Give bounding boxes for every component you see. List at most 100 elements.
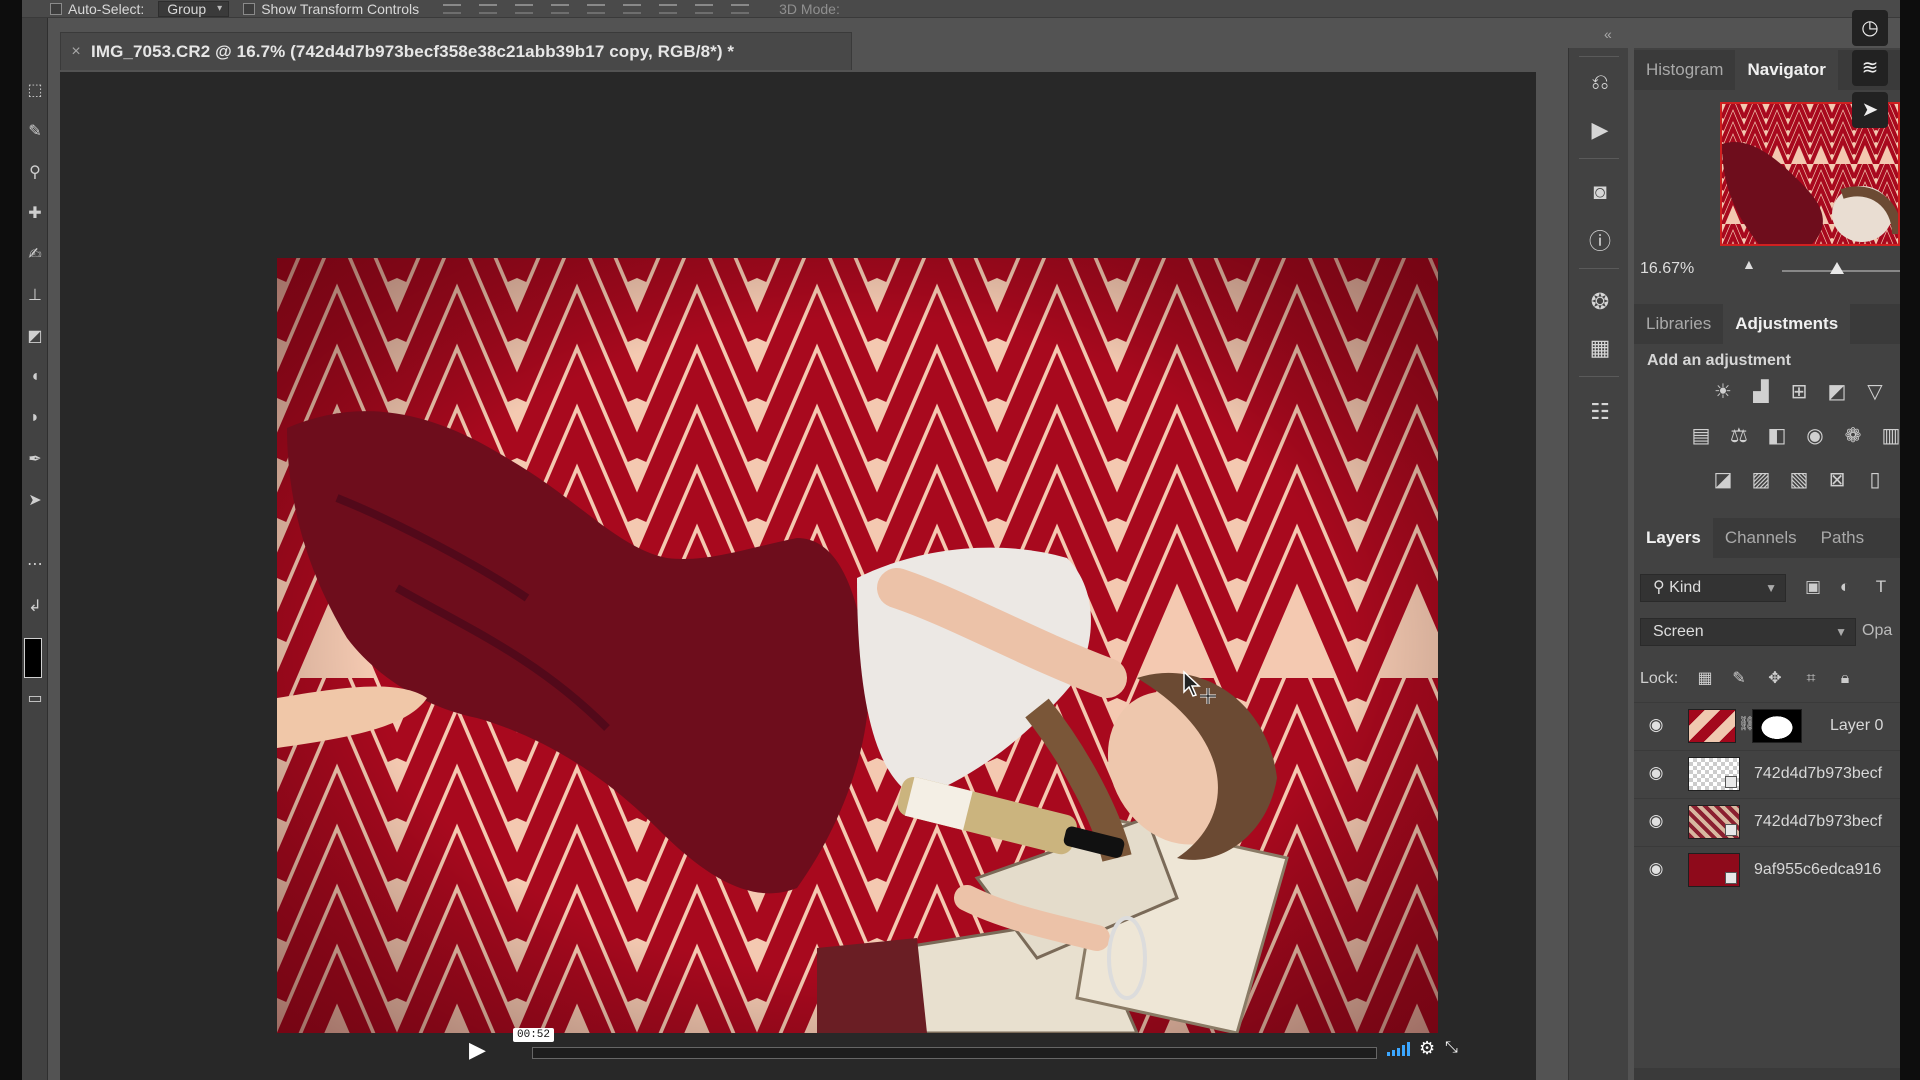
collapse-panels-icon[interactable]: « xyxy=(1604,26,1612,42)
transform-controls-option[interactable]: Show Transform Controls xyxy=(243,1,419,17)
play-icon[interactable]: ▶ xyxy=(469,1038,493,1062)
settings-gear-icon[interactable]: ⚙ xyxy=(1419,1038,1435,1059)
history-panel-icon[interactable]: ⎌ xyxy=(1586,68,1614,96)
pen-tool-icon[interactable]: ✒ xyxy=(25,449,45,469)
color-lookup-icon[interactable]: ▥ xyxy=(1878,424,1900,448)
align-vertical-centers-icon[interactable] xyxy=(479,3,498,14)
posterize-icon[interactable]: ▨ xyxy=(1748,468,1774,492)
hue-saturation-icon[interactable]: ▤ xyxy=(1688,424,1714,448)
tab-adjustments[interactable]: Adjustments xyxy=(1723,304,1851,344)
clock-icon[interactable]: ◷ xyxy=(1852,10,1888,46)
canvas-area[interactable] xyxy=(60,72,1536,1080)
visibility-eye-icon[interactable]: ◉ xyxy=(1644,715,1668,735)
brush-tool-icon[interactable]: ✍ xyxy=(25,244,45,264)
align-right-edges-icon[interactable] xyxy=(623,3,642,14)
color-wheel-icon[interactable]: ❂ xyxy=(1586,288,1614,316)
video-timeline[interactable] xyxy=(532,1047,1377,1059)
layer-filter-kind-dropdown[interactable]: ⚲ Kind ▼ xyxy=(1640,574,1786,602)
align-bottom-edges-icon[interactable] xyxy=(515,3,534,14)
marquee-tool-icon[interactable]: ⬚ xyxy=(25,80,45,100)
more-tools-icon[interactable]: ⋯ xyxy=(25,554,45,574)
visibility-eye-icon[interactable]: ◉ xyxy=(1644,763,1668,783)
actions-play-icon[interactable]: ▶ xyxy=(1586,116,1614,144)
eyedropper-tool-icon[interactable]: ⚲ xyxy=(25,162,45,182)
auto-select-checkbox[interactable] xyxy=(50,2,62,15)
vibrance-icon[interactable]: ▽ xyxy=(1862,380,1888,404)
quick-selection-tool-icon[interactable]: ✎ xyxy=(25,121,45,141)
blend-mode-value: Screen xyxy=(1653,623,1704,640)
pixel-layer-filter-icon[interactable]: ▣ xyxy=(1802,576,1824,598)
zoom-percentage[interactable]: 16.67% xyxy=(1640,260,1694,278)
default-colors-icon[interactable]: ↲ xyxy=(25,596,45,616)
send-icon[interactable]: ➤ xyxy=(1852,92,1888,128)
right-panels: Histogram Navigator 16.67% ▲ Libraries A… xyxy=(1634,48,1900,1080)
layer-row[interactable]: ◉ 9af955c6edca916 xyxy=(1634,846,1900,892)
gradient-map-icon[interactable]: ▯ xyxy=(1862,468,1888,492)
document-image[interactable] xyxy=(277,258,1438,1033)
path-selection-tool-icon[interactable]: ➤ xyxy=(25,490,45,510)
color-balance-icon[interactable]: ⚖ xyxy=(1726,424,1752,448)
properties-icon[interactable]: ☷ xyxy=(1586,398,1614,426)
info-icon[interactable]: ⓘ xyxy=(1586,226,1614,254)
type-layer-filter-icon[interactable]: T xyxy=(1870,576,1892,598)
layer-row[interactable]: ◉ 742d4d7b973becf xyxy=(1634,798,1900,844)
lock-position-icon[interactable]: ✥ xyxy=(1764,668,1786,690)
blur-tool-icon[interactable]: ◖ xyxy=(25,367,45,387)
selective-color-icon[interactable]: ⊠ xyxy=(1824,468,1850,492)
adjustments-row-2: ▤ ⚖ ◧ ◉ ❁ ▥ xyxy=(1634,424,1900,452)
exposure-icon[interactable]: ◩ xyxy=(1824,380,1850,404)
brightness-contrast-icon[interactable]: ☀ xyxy=(1710,380,1736,404)
auto-select-dropdown[interactable]: Group xyxy=(158,0,230,17)
invert-icon[interactable]: ◪ xyxy=(1710,468,1736,492)
transform-controls-checkbox[interactable] xyxy=(243,2,256,15)
channel-mixer-icon[interactable]: ❁ xyxy=(1840,424,1866,448)
dodge-tool-icon[interactable]: ◗ xyxy=(25,408,45,428)
zoom-slider-thumb[interactable] xyxy=(1830,262,1844,274)
threshold-icon[interactable]: ▧ xyxy=(1786,468,1812,492)
blend-mode-dropdown[interactable]: Screen ▼ xyxy=(1640,618,1856,646)
tab-navigator[interactable]: Navigator xyxy=(1735,50,1838,90)
search-icon: ⚲ xyxy=(1653,579,1670,596)
healing-brush-tool-icon[interactable]: ✚ xyxy=(25,203,45,223)
eraser-tool-icon[interactable]: ◩ xyxy=(25,326,45,346)
auto-select-option[interactable]: Auto-Select: xyxy=(50,1,144,17)
layer-row[interactable]: ◉ 742d4d7b973becf xyxy=(1634,750,1900,796)
clone-stamp-tool-icon[interactable]: ⊥ xyxy=(25,285,45,305)
foreground-color-swatch[interactable] xyxy=(24,638,42,678)
swatches-grid-icon[interactable]: ▦ xyxy=(1586,334,1614,362)
visibility-eye-icon[interactable]: ◉ xyxy=(1644,859,1668,879)
lock-image-pixels-icon[interactable]: ✎ xyxy=(1728,668,1750,690)
visibility-eye-icon[interactable]: ◉ xyxy=(1644,811,1668,831)
screen-mode-icon[interactable]: ▭ xyxy=(25,688,45,708)
tab-layers[interactable]: Layers xyxy=(1634,518,1713,558)
zoom-out-icon[interactable]: ▲ xyxy=(1742,256,1756,272)
layer-row[interactable]: ◉ ⛓ Layer 0 xyxy=(1634,702,1900,748)
lock-all-icon[interactable]: 🔒︎ xyxy=(1834,668,1856,690)
tab-histogram[interactable]: Histogram xyxy=(1634,50,1735,90)
distribute-center-icon[interactable] xyxy=(695,3,714,14)
photo-filter-icon[interactable]: ◉ xyxy=(1802,424,1828,448)
layer-thumbnail xyxy=(1688,757,1740,791)
layer-mask-thumbnail[interactable] xyxy=(1752,709,1802,743)
tab-channels[interactable]: Channels xyxy=(1713,518,1809,558)
tab-libraries[interactable]: Libraries xyxy=(1634,304,1723,344)
levels-icon[interactable]: ▟ xyxy=(1748,380,1774,404)
volume-icon[interactable] xyxy=(1387,1042,1410,1056)
document-tab[interactable]: × IMG_7053.CR2 @ 16.7% (742d4d7b973becf3… xyxy=(60,32,852,70)
close-tab-icon[interactable]: × xyxy=(61,43,91,61)
align-left-edges-icon[interactable] xyxy=(551,3,570,14)
curves-icon[interactable]: ⊞ xyxy=(1786,380,1812,404)
tab-paths[interactable]: Paths xyxy=(1809,518,1876,558)
dock-separator xyxy=(1579,268,1619,269)
align-horizontal-centers-icon[interactable] xyxy=(587,3,606,14)
layers-stack-icon[interactable]: ≋ xyxy=(1852,50,1888,86)
black-white-icon[interactable]: ◧ xyxy=(1764,424,1790,448)
distribute-top-icon[interactable] xyxy=(659,3,678,14)
adjustment-layer-filter-icon[interactable]: ◐ xyxy=(1834,576,1856,598)
lock-transparent-pixels-icon[interactable]: ▦ xyxy=(1694,668,1716,690)
brush-settings-icon[interactable]: ◙ xyxy=(1586,178,1614,206)
lock-artboard-icon[interactable]: ⌗ xyxy=(1800,668,1822,690)
distribute-bottom-icon[interactable] xyxy=(731,3,750,14)
fullscreen-icon[interactable]: ⤡ xyxy=(1445,1039,1458,1057)
align-top-edges-icon[interactable] xyxy=(443,3,462,14)
